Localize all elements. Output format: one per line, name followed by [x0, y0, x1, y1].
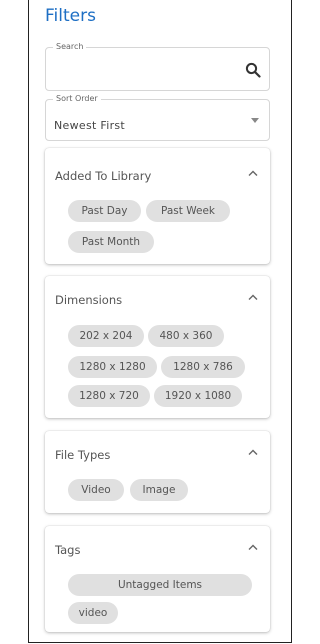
chevron-up-icon[interactable] — [248, 170, 258, 176]
section-title[interactable]: Dimensions — [55, 293, 122, 307]
search-label: Search — [53, 42, 87, 51]
chip-past-day[interactable]: Past Day — [68, 200, 141, 222]
section-title[interactable]: File Types — [55, 448, 110, 462]
caret-down-icon[interactable] — [251, 118, 259, 123]
chip-past-month[interactable]: Past Month — [68, 231, 154, 253]
search-field[interactable]: Search — [45, 42, 270, 91]
sort-order-label: Sort Order — [53, 94, 101, 103]
chip-dimension[interactable]: 1280 x 1280 — [68, 356, 157, 378]
chip-dimension[interactable]: 1280 x 720 — [68, 385, 150, 407]
chevron-up-icon[interactable] — [248, 544, 258, 550]
chip-untagged-items[interactable]: Untagged Items — [68, 574, 252, 596]
search-icon[interactable] — [245, 62, 261, 78]
chip-dimension[interactable]: 480 x 360 — [148, 325, 224, 347]
section-title[interactable]: Added To Library — [55, 169, 151, 183]
panel-title: Filters — [45, 6, 96, 26]
chip-dimension[interactable]: 1920 x 1080 — [154, 385, 242, 407]
section-added-to-library: Added To Library Past Day Past Week Past… — [45, 148, 270, 264]
chevron-up-icon[interactable] — [248, 449, 258, 455]
section-tags: Tags Untagged Items video — [45, 526, 270, 632]
filters-panel: Filters Search Sort Order Newest First A… — [28, 0, 292, 643]
sort-order-select[interactable]: Sort Order Newest First — [45, 94, 270, 141]
chip-dimension[interactable]: 1280 x 786 — [161, 356, 245, 378]
chevron-up-icon[interactable] — [248, 294, 258, 300]
chip-image[interactable]: Image — [130, 479, 188, 501]
chip-past-week[interactable]: Past Week — [146, 200, 230, 222]
section-title[interactable]: Tags — [55, 543, 80, 557]
section-file-types: File Types Video Image — [45, 431, 270, 513]
chip-dimension[interactable]: 202 x 204 — [68, 325, 144, 347]
chip-tag-video[interactable]: video — [68, 602, 118, 624]
chip-video[interactable]: Video — [68, 479, 124, 501]
section-dimensions: Dimensions 202 x 204 480 x 360 1280 x 12… — [45, 276, 270, 418]
sort-order-value: Newest First — [54, 119, 126, 132]
